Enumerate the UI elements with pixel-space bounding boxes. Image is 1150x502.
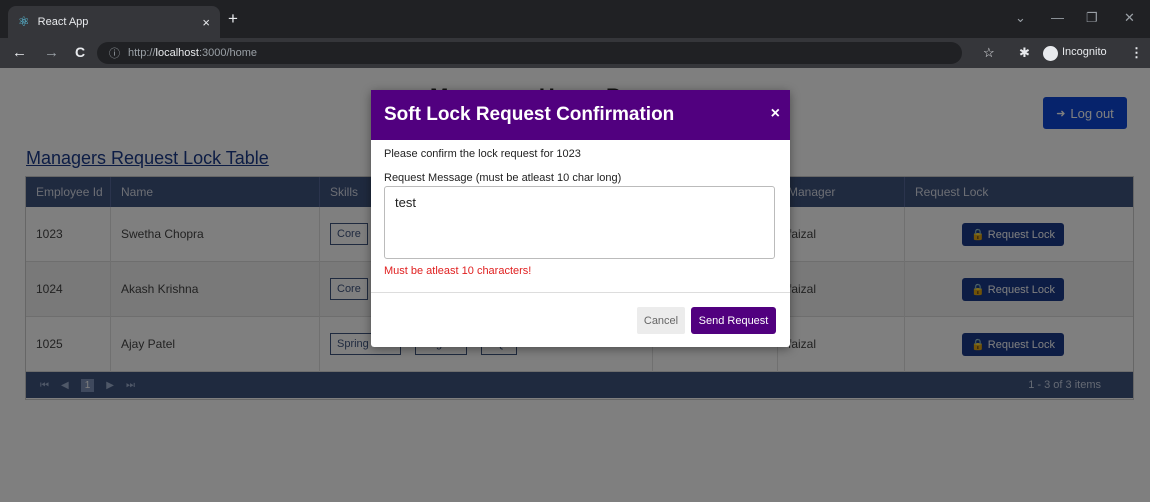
cancel-button[interactable]: Cancel [637,307,685,334]
browser-address-bar: ← → C ⓘ http://localhost:3000/home ☆ ✱ I… [0,38,1150,68]
validation-error: Must be atleast 10 characters! [384,265,532,277]
incognito-label: Incognito [1062,46,1107,58]
tab-close-icon[interactable]: × [202,15,210,30]
request-message-label: Request Message (must be atleast 10 char… [384,172,622,184]
browser-menu-icon[interactable]: ⋮ [1130,45,1143,61]
request-message-input[interactable]: test [384,186,775,259]
modal-header: Soft Lock Request Confirmation × [371,90,790,140]
modal-divider [371,292,790,293]
incognito-icon[interactable] [1043,46,1058,61]
back-icon[interactable]: ← [12,44,27,61]
tab-search-icon[interactable]: ⌄ [1015,10,1026,26]
site-info-icon[interactable]: ⓘ [109,45,120,61]
new-tab-button[interactable]: + [228,9,238,29]
window-close-icon[interactable]: ✕ [1124,10,1135,26]
tab-title: React App [37,16,89,28]
url-input[interactable]: ⓘ http://localhost:3000/home [97,42,962,64]
extensions-icon[interactable]: ✱ [1019,45,1030,61]
soft-lock-modal: Soft Lock Request Confirmation × Please … [371,90,790,347]
url-host: localhost [155,47,199,59]
react-logo-icon: ⚛ [18,14,30,29]
bookmark-star-icon[interactable]: ☆ [983,45,995,61]
url-scheme: http:// [128,47,156,59]
modal-close-icon[interactable]: × [771,105,780,123]
minimize-icon[interactable]: — [1051,10,1064,25]
send-request-button[interactable]: Send Request [691,307,776,334]
restore-icon[interactable]: ❐ [1086,10,1098,26]
browser-tab[interactable]: ⚛ React App × [8,6,220,38]
url-path: :3000/home [198,47,258,59]
browser-tab-bar: ⚛ React App × + ⌄ — ❐ ✕ [0,0,1150,38]
modal-title: Soft Lock Request Confirmation [384,104,675,125]
reload-icon[interactable]: C [75,44,85,60]
forward-icon[interactable]: → [44,44,59,61]
confirm-text: Please confirm the lock request for 1023 [384,148,581,160]
